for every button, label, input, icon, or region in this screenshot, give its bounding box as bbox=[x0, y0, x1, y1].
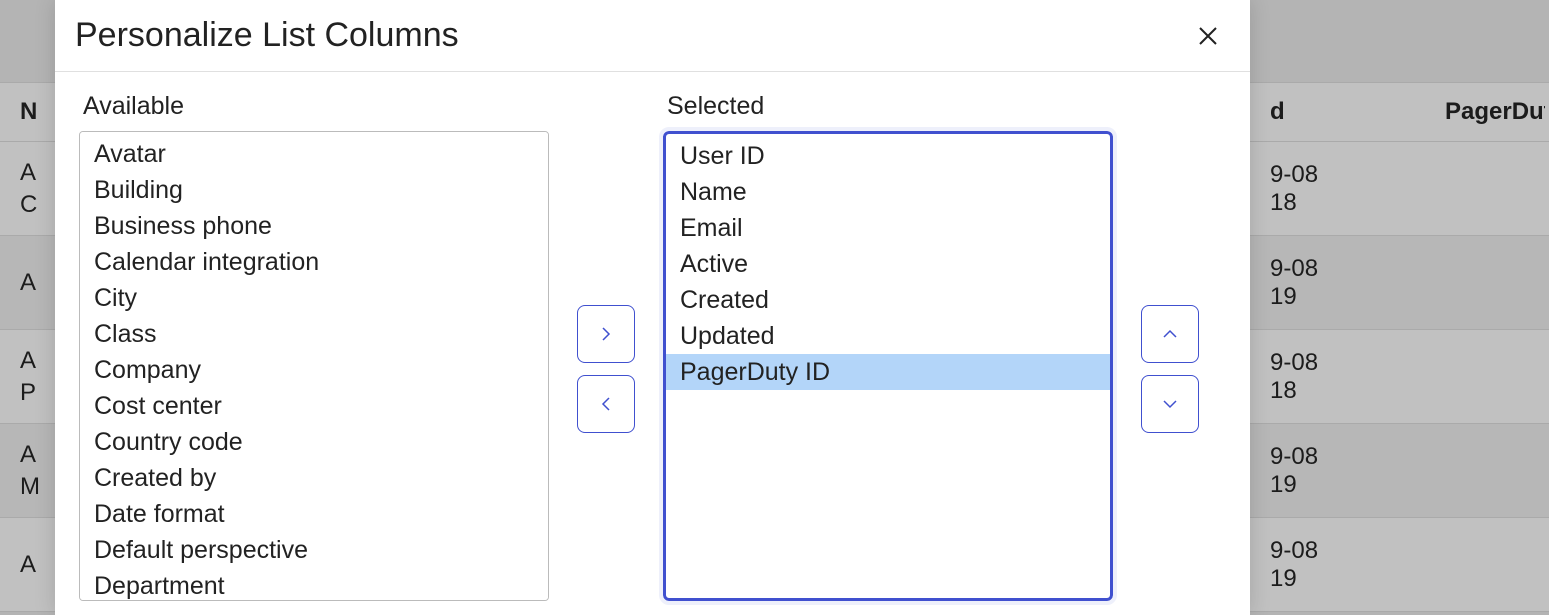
modal-title: Personalize List Columns bbox=[75, 16, 459, 55]
move-down-button[interactable] bbox=[1141, 375, 1199, 433]
chevron-left-icon bbox=[597, 395, 615, 413]
available-item[interactable]: Created by bbox=[80, 460, 548, 496]
move-buttons bbox=[549, 122, 663, 615]
selected-listbox[interactable]: User IDNameEmailActiveCreatedUpdatedPage… bbox=[663, 131, 1113, 601]
move-up-button[interactable] bbox=[1141, 305, 1199, 363]
available-item[interactable]: Default perspective bbox=[80, 532, 548, 568]
available-item[interactable]: Cost center bbox=[80, 388, 548, 424]
modal-header: Personalize List Columns bbox=[55, 0, 1250, 72]
move-right-button[interactable] bbox=[577, 305, 635, 363]
available-listbox[interactable]: AvatarBuildingBusiness phoneCalendar int… bbox=[79, 131, 549, 601]
modal-body: Available AvatarBuildingBusiness phoneCa… bbox=[55, 72, 1250, 615]
selected-item[interactable]: Active bbox=[666, 246, 1110, 282]
available-item[interactable]: Building bbox=[80, 172, 548, 208]
personalize-columns-modal: Personalize List Columns Available Avata… bbox=[55, 0, 1250, 615]
available-column: Available AvatarBuildingBusiness phoneCa… bbox=[79, 92, 549, 615]
selected-column: Selected User IDNameEmailActiveCreatedUp… bbox=[663, 92, 1113, 615]
chevron-up-icon bbox=[1161, 325, 1179, 343]
available-item[interactable]: Avatar bbox=[80, 136, 548, 172]
selected-item[interactable]: Created bbox=[666, 282, 1110, 318]
available-item[interactable]: Calendar integration bbox=[80, 244, 548, 280]
selected-item[interactable]: Name bbox=[666, 174, 1110, 210]
available-item[interactable]: Company bbox=[80, 352, 548, 388]
selected-item[interactable]: Updated bbox=[666, 318, 1110, 354]
available-item[interactable]: Country code bbox=[80, 424, 548, 460]
selected-item[interactable]: Email bbox=[666, 210, 1110, 246]
available-item[interactable]: Class bbox=[80, 316, 548, 352]
reorder-buttons bbox=[1113, 122, 1227, 615]
selected-label: Selected bbox=[667, 92, 1113, 121]
available-item[interactable]: Date format bbox=[80, 496, 548, 532]
chevron-down-icon bbox=[1161, 395, 1179, 413]
close-button[interactable] bbox=[1190, 18, 1226, 54]
available-item[interactable]: City bbox=[80, 280, 548, 316]
chevron-right-icon bbox=[597, 325, 615, 343]
available-item[interactable]: Business phone bbox=[80, 208, 548, 244]
move-left-button[interactable] bbox=[577, 375, 635, 433]
selected-item[interactable]: PagerDuty ID bbox=[666, 354, 1110, 390]
available-item[interactable]: Department bbox=[80, 568, 548, 601]
close-icon bbox=[1196, 24, 1220, 48]
selected-item[interactable]: User ID bbox=[666, 138, 1110, 174]
available-label: Available bbox=[83, 92, 549, 121]
